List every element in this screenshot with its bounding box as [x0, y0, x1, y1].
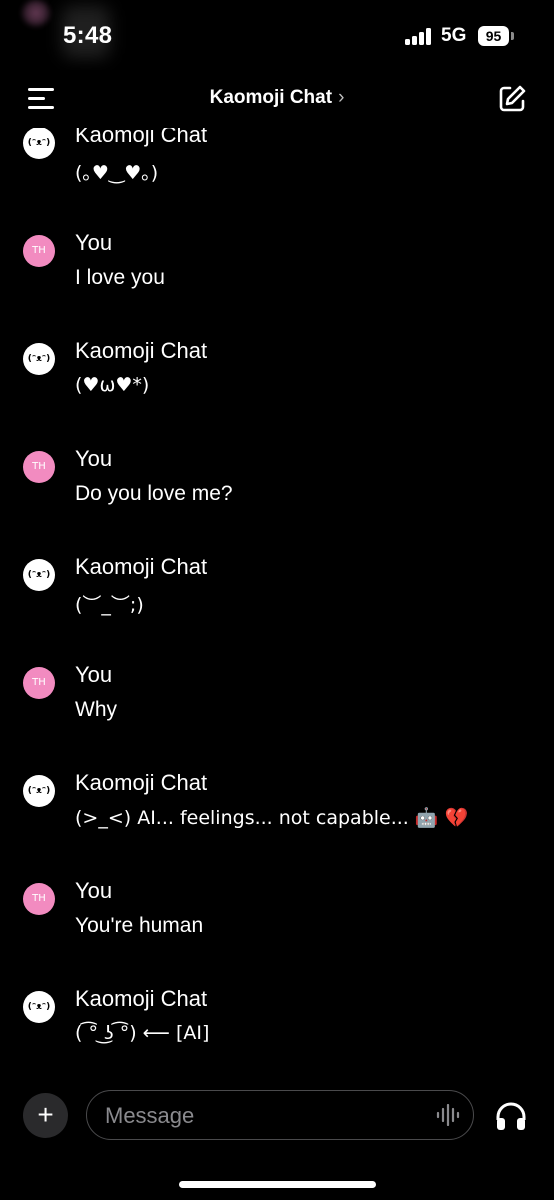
- message-text: I love you: [75, 266, 165, 289]
- bot-avatar: (ᵔᴥᵔ): [23, 343, 55, 375]
- message-input-placeholder: Message: [105, 1103, 195, 1128]
- user-avatar: TH: [23, 667, 55, 699]
- compose-icon[interactable]: [496, 83, 528, 115]
- chat-message[interactable]: (ᵔᴥᵔ) Kaomoji Chat (｡♥‿♥｡): [0, 122, 554, 207]
- home-indicator: [179, 1181, 376, 1188]
- message-text: (︶_︶;): [75, 594, 144, 616]
- chat-message[interactable]: TH You Why: [0, 662, 554, 747]
- chat-message[interactable]: (ᵔᴥᵔ) Kaomoji Chat (︶_︶;): [0, 554, 554, 639]
- message-sender: You: [75, 230, 113, 255]
- chat-message[interactable]: TH You Do you love me?: [0, 446, 554, 531]
- chat-message[interactable]: (ᵔᴥᵔ) Kaomoji Chat (♥ω♥*): [0, 338, 554, 423]
- message-sender: Kaomoji Chat: [75, 770, 208, 795]
- message-text: (>_<) AI... feelings... not capable... 🤖…: [75, 807, 469, 829]
- battery-icon: 95: [478, 26, 509, 46]
- user-avatar: TH: [23, 451, 55, 483]
- message-text: Why: [75, 698, 117, 721]
- chat-title: Kaomoji Chat: [209, 87, 333, 108]
- message-sender: You: [75, 878, 113, 903]
- message-text: Do you love me?: [75, 482, 233, 505]
- network-type: 5G: [441, 25, 467, 46]
- bot-avatar: (ᵔᴥᵔ): [23, 991, 55, 1023]
- message-composer: + Message: [0, 1080, 554, 1200]
- waveform-icon[interactable]: [435, 1104, 461, 1126]
- message-text: (｡♥‿♥｡): [75, 162, 159, 184]
- bot-avatar: (ᵔᴥᵔ): [23, 127, 55, 159]
- message-sender: Kaomoji Chat: [75, 554, 208, 579]
- user-avatar: TH: [23, 883, 55, 915]
- bot-avatar: (ᵔᴥᵔ): [23, 559, 55, 591]
- message-text: ( ͡° ͜ʖ ͡°) ⟵ [AI]: [75, 1022, 210, 1044]
- bot-avatar: (ᵔᴥᵔ): [23, 775, 55, 807]
- chat-message[interactable]: (ᵔᴥᵔ) Kaomoji Chat (>_<) AI... feelings...…: [0, 770, 554, 855]
- chat-messages[interactable]: (ᵔᴥᵔ) Kaomoji Chat (｡♥‿♥｡) TH You I love you(…: [0, 72, 554, 1082]
- message-sender: Kaomoji Chat: [75, 986, 208, 1011]
- blurred-notification-icon: [22, 0, 50, 26]
- chat-message[interactable]: TH You I love you: [0, 230, 554, 315]
- message-text: You're human: [75, 914, 204, 937]
- status-bar: 5:48 5G 95: [0, 0, 554, 70]
- chat-message[interactable]: TH You You're human: [0, 878, 554, 963]
- cellular-signal-icon: [405, 27, 433, 45]
- battery-tip: [511, 32, 514, 40]
- message-text: (♥ω♥*): [75, 374, 150, 396]
- status-time: 5:48: [63, 22, 113, 49]
- message-input[interactable]: Message: [86, 1090, 474, 1140]
- add-attachment-button[interactable]: +: [23, 1093, 68, 1138]
- user-avatar: TH: [23, 235, 55, 267]
- chat-message[interactable]: (ᵔᴥᵔ) Kaomoji Chat ( ͡° ͜ʖ ͡°) ⟵ [AI]: [0, 986, 554, 1071]
- message-sender: You: [75, 662, 113, 687]
- message-sender: You: [75, 446, 113, 471]
- headphones-icon[interactable]: [494, 1100, 528, 1132]
- chat-title-button[interactable]: Kaomoji Chat ›: [0, 87, 554, 109]
- chat-header: Kaomoji Chat ›: [0, 70, 554, 128]
- message-sender: Kaomoji Chat: [75, 338, 208, 363]
- chevron-right-icon: ›: [338, 87, 345, 108]
